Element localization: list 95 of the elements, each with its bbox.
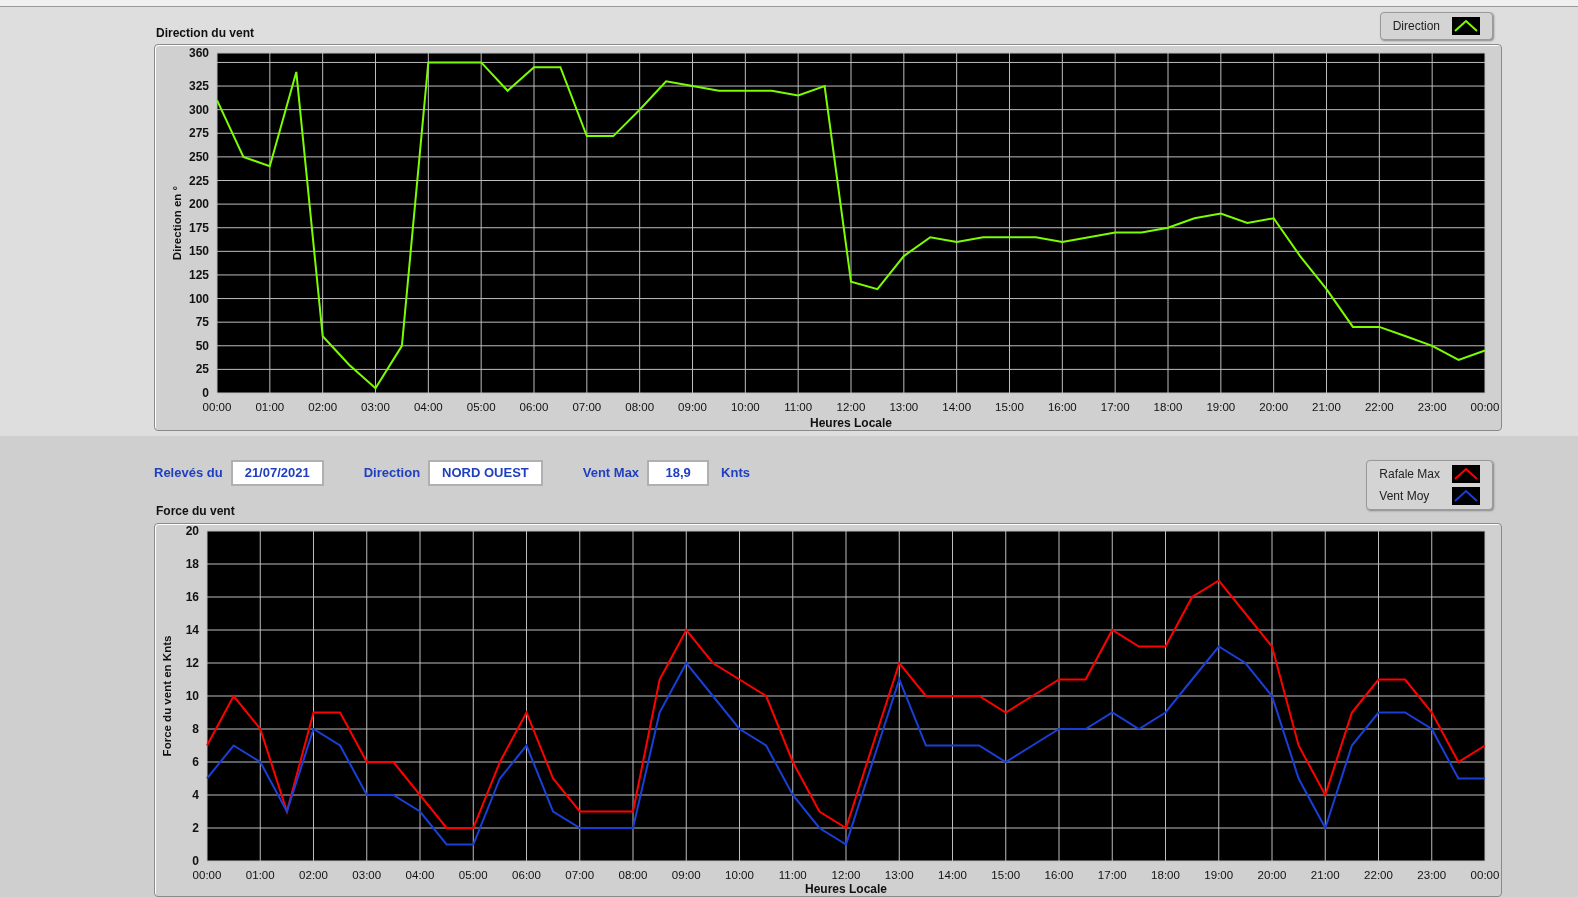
line-swatch-icon (1452, 487, 1480, 505)
y-tick-label: 20 (185, 524, 199, 538)
x-tick-label: 19:00 (1206, 401, 1236, 413)
x-tick-label: 06:00 (512, 869, 541, 881)
x-tick-label: 22:00 (1364, 401, 1394, 413)
x-tick-label: 05:00 (466, 401, 496, 413)
y-tick-label: 175 (188, 220, 209, 235)
x-tick-label: 15:00 (995, 401, 1024, 413)
x-tick-label: 00:00 (1470, 869, 1500, 881)
x-tick-label: 13:00 (884, 869, 914, 881)
x-tick-label: 16:00 (1044, 869, 1074, 881)
x-tick-label: 12:00 (836, 401, 866, 413)
x-tick-label: 21:00 (1312, 401, 1341, 413)
x-axis-title: Heures Locale (805, 882, 887, 896)
line-swatch-icon (1452, 17, 1480, 35)
y-tick-label: 16 (185, 590, 199, 604)
x-tick-label: 13:00 (889, 401, 919, 413)
y-tick-label: 325 (188, 79, 209, 94)
y-tick-label: 275 (188, 126, 209, 141)
y-tick-label: 200 (188, 197, 209, 212)
x-tick-label: 14:00 (938, 869, 967, 881)
field-label: Vent Max (582, 464, 640, 482)
x-tick-label: 08:00 (625, 401, 655, 413)
y-tick-label: 150 (188, 244, 209, 259)
chart-title: Direction du vent (156, 25, 254, 42)
chart-title: Force du vent (156, 503, 236, 520)
x-tick-label: 06:00 (519, 401, 549, 413)
y-tick-label: 250 (188, 149, 209, 164)
value-field[interactable]: 18,9 (647, 460, 710, 486)
x-tick-label: 00:00 (192, 869, 222, 881)
y-tick-label: 125 (188, 267, 209, 282)
field-label: Direction (363, 464, 421, 482)
x-tick-label: 04:00 (405, 869, 435, 881)
value-field[interactable]: 21/07/2021 (230, 460, 324, 486)
x-tick-label: 07:00 (572, 401, 602, 413)
line-swatch-icon (1452, 465, 1480, 483)
x-tick-label: 01:00 (255, 401, 285, 413)
y-axis-title: Direction en ° (171, 185, 183, 261)
x-tick-label: 11:00 (784, 401, 813, 413)
x-tick-label: 00:00 (202, 401, 232, 413)
y-tick-label: 75 (195, 315, 209, 330)
x-axis-title: Heures Locale (810, 416, 892, 430)
y-tick-label: 0 (192, 854, 199, 868)
y-tick-label: 12 (185, 656, 199, 670)
x-tick-label: 14:00 (942, 401, 972, 413)
y-tick-label: 50 (195, 338, 209, 353)
y-tick-label: 8 (192, 722, 199, 736)
x-tick-label: 11:00 (778, 869, 807, 881)
x-tick-label: 18:00 (1151, 869, 1180, 881)
y-tick-label: 2 (192, 821, 199, 835)
y-tick-label: 25 (195, 362, 209, 377)
y-tick-label: 4 (192, 788, 199, 802)
x-tick-label: 04:00 (413, 401, 443, 413)
x-tick-label: 10:00 (725, 869, 754, 881)
x-tick-label: 05:00 (458, 869, 488, 881)
x-tick-label: 10:00 (730, 401, 760, 413)
legend-label: Direction (1392, 18, 1440, 35)
x-tick-label: 03:00 (361, 401, 390, 413)
y-axis-title: Force du vent en Knts (161, 635, 173, 757)
x-tick-label: 15:00 (991, 869, 1021, 881)
unit-label: Knts (721, 464, 750, 482)
x-tick-label: 23:00 (1417, 401, 1447, 413)
x-tick-label: 21:00 (1310, 869, 1340, 881)
x-tick-label: 00:00 (1470, 401, 1500, 413)
x-tick-label: 09:00 (671, 869, 701, 881)
y-tick-label: 14 (185, 623, 199, 637)
y-tick-label: 6 (192, 755, 199, 769)
y-tick-label: 225 (188, 173, 209, 188)
x-tick-label: 20:00 (1257, 869, 1287, 881)
legend-label: Vent Moy (1379, 488, 1430, 505)
value-field[interactable]: NORD OUEST (428, 460, 543, 486)
x-tick-label: 17:00 (1097, 869, 1127, 881)
y-tick-label: 360 (188, 46, 209, 60)
x-tick-label: 23:00 (1417, 869, 1447, 881)
y-tick-label: 0 (202, 386, 209, 400)
x-tick-label: 01:00 (245, 869, 275, 881)
x-tick-label: 12:00 (831, 869, 861, 881)
x-tick-label: 22:00 (1364, 869, 1393, 881)
x-tick-label: 20:00 (1259, 401, 1289, 413)
legend-label: Rafale Max (1379, 466, 1440, 483)
y-tick-label: 300 (188, 102, 209, 117)
x-tick-label: 09:00 (678, 401, 707, 413)
y-tick-label: 10 (185, 689, 199, 703)
x-tick-label: 08:00 (618, 869, 648, 881)
x-tick-label: 17:00 (1100, 401, 1130, 413)
x-tick-label: 18:00 (1153, 401, 1183, 413)
x-tick-label: 16:00 (1047, 401, 1077, 413)
x-tick-label: 07:00 (565, 869, 595, 881)
x-tick-label: 03:00 (352, 869, 382, 881)
y-tick-label: 18 (185, 557, 199, 571)
field-label: Relevés du (154, 464, 223, 482)
x-tick-label: 02:00 (299, 869, 328, 881)
y-tick-label: 100 (188, 291, 209, 306)
x-tick-label: 19:00 (1204, 869, 1234, 881)
x-tick-label: 02:00 (308, 401, 338, 413)
